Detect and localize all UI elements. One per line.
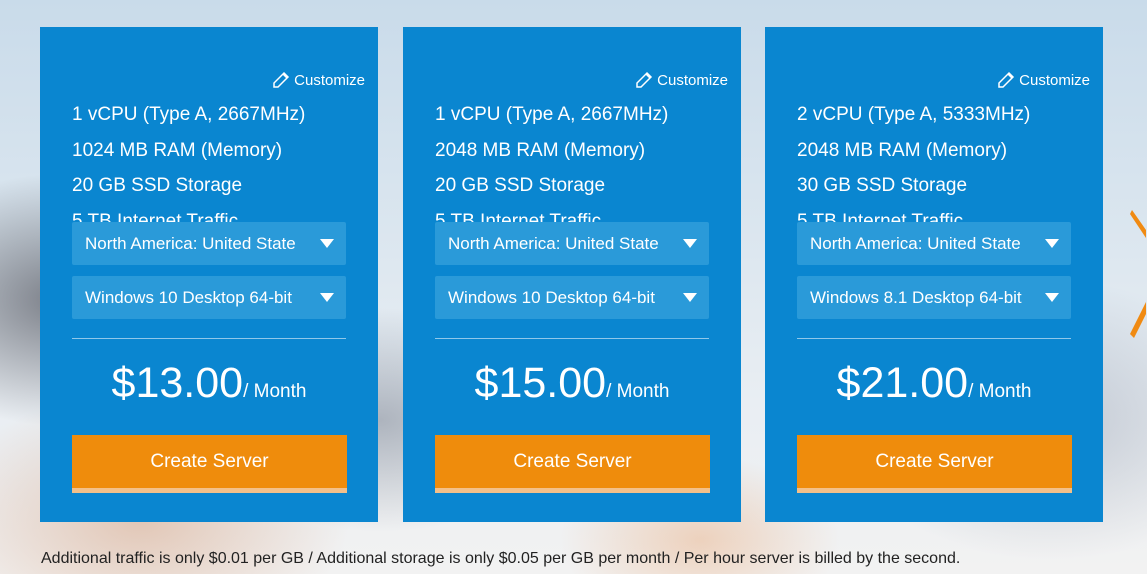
plan-card-2: Customize 1 vCPU (Type A, 2667MHz) 2048 … — [403, 27, 741, 522]
create-server-button[interactable]: Create Server — [72, 435, 347, 493]
spec-storage: 30 GB SSD Storage — [797, 175, 968, 196]
chevron-down-icon — [1045, 239, 1059, 248]
create-server-button[interactable]: Create Server — [797, 435, 1072, 493]
os-select[interactable]: Windows 8.1 Desktop 64-bit — [797, 276, 1071, 319]
spec-storage: 20 GB SSD Storage — [72, 175, 243, 196]
chevron-down-icon — [683, 239, 697, 248]
customize-link[interactable]: Customize — [635, 71, 728, 89]
price-period: / Month — [968, 381, 1032, 402]
spec-cpu: 2 vCPU (Type A, 5333MHz) — [797, 104, 1031, 125]
region-select-value: North America: United State — [810, 233, 1021, 253]
os-select-value: Windows 10 Desktop 64-bit — [85, 287, 292, 307]
spec-ram: 1024 MB RAM (Memory) — [72, 139, 283, 161]
spec-cpu: 1 vCPU (Type A, 2667MHz) — [72, 104, 306, 125]
region-select[interactable]: North America: United State — [797, 222, 1071, 265]
divider — [72, 338, 346, 339]
price: $21.00/ Month — [765, 359, 1103, 408]
spec-list: 2 vCPU (Type A, 5333MHz) 2048 MB RAM (Me… — [797, 97, 1030, 239]
region-select[interactable]: North America: United State — [435, 222, 709, 265]
chevron-down-icon — [320, 293, 334, 302]
pencil-icon — [636, 71, 653, 88]
divider — [435, 338, 709, 339]
price: $13.00/ Month — [40, 359, 378, 408]
pencil-icon — [998, 71, 1015, 88]
price-period: / Month — [243, 381, 307, 402]
spec-list: 1 vCPU (Type A, 2667MHz) 1024 MB RAM (Me… — [72, 97, 305, 239]
spec-cpu: 1 vCPU (Type A, 2667MHz) — [435, 104, 669, 125]
spec-ram: 2048 MB RAM (Memory) — [435, 139, 646, 161]
customize-link[interactable]: Customize — [272, 71, 365, 89]
chevron-down-icon — [683, 293, 697, 302]
os-select[interactable]: Windows 10 Desktop 64-bit — [435, 276, 709, 319]
region-select[interactable]: North America: United State — [72, 222, 346, 265]
pencil-icon — [273, 71, 290, 88]
price-amount: $15.00 — [474, 359, 607, 407]
customize-link[interactable]: Customize — [997, 71, 1090, 89]
customize-label: Customize — [1019, 71, 1090, 89]
footer-note: Additional traffic is only $0.01 per GB … — [41, 550, 961, 567]
chevron-down-icon — [320, 239, 334, 248]
plan-card-3: Customize 2 vCPU (Type A, 5333MHz) 2048 … — [765, 27, 1103, 522]
price-amount: $21.00 — [836, 359, 969, 407]
region-select-value: North America: United State — [448, 233, 659, 253]
price: $15.00/ Month — [403, 359, 741, 408]
region-select-value: North America: United State — [85, 233, 296, 253]
spec-storage: 20 GB SSD Storage — [435, 175, 606, 196]
spec-ram: 2048 MB RAM (Memory) — [797, 139, 1008, 161]
chevron-down-icon — [1045, 293, 1059, 302]
os-select-value: Windows 8.1 Desktop 64-bit — [810, 287, 1022, 307]
background-orange-arrow-shape — [1130, 210, 1146, 338]
os-select-value: Windows 10 Desktop 64-bit — [448, 287, 655, 307]
customize-label: Customize — [657, 71, 728, 89]
divider — [797, 338, 1071, 339]
price-amount: $13.00 — [111, 359, 244, 407]
spec-list: 1 vCPU (Type A, 2667MHz) 2048 MB RAM (Me… — [435, 97, 668, 239]
price-period: / Month — [606, 381, 670, 402]
plan-card-1: Customize 1 vCPU (Type A, 2667MHz) 1024 … — [40, 27, 378, 522]
os-select[interactable]: Windows 10 Desktop 64-bit — [72, 276, 346, 319]
create-server-button[interactable]: Create Server — [435, 435, 710, 493]
customize-label: Customize — [294, 71, 365, 89]
